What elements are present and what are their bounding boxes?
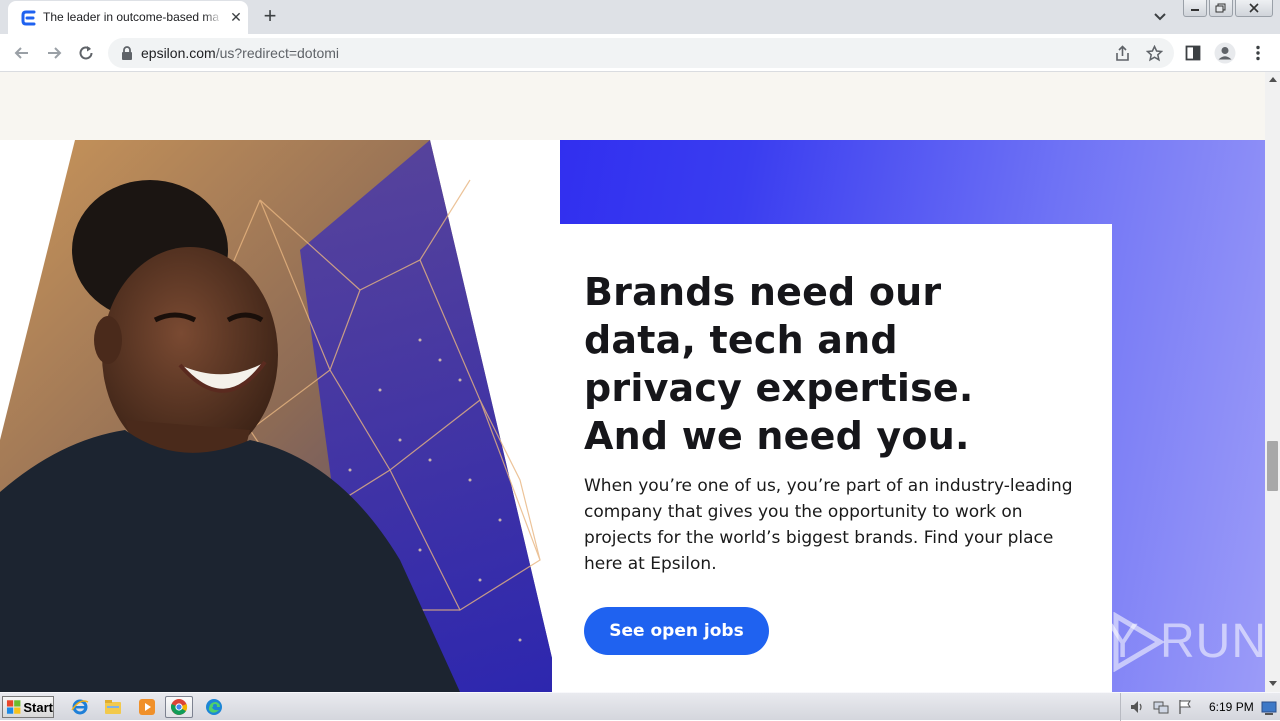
watermark-text-right: RUN <box>1160 615 1265 668</box>
side-panel-icon <box>1185 45 1201 61</box>
browser-tab[interactable]: The leader in outcome-based marketing ✕ <box>8 1 248 34</box>
share-button[interactable] <box>1112 43 1132 63</box>
share-icon <box>1115 44 1129 61</box>
back-button[interactable] <box>9 40 35 66</box>
restore-icon <box>1215 3 1226 13</box>
page-scrollbar[interactable] <box>1265 72 1280 692</box>
browser-toolbar: epsilon.com/us?redirect=dotomi <box>0 34 1280 72</box>
new-tab-button[interactable]: + <box>258 5 282 29</box>
profile-avatar-icon <box>1214 42 1236 64</box>
windows-logo-icon <box>6 700 21 714</box>
reload-icon <box>79 46 93 60</box>
system-tray: 6:19 PM <box>1120 693 1280 721</box>
taskbar-media-player[interactable] <box>133 696 161 718</box>
minimize-icon <box>1191 9 1199 11</box>
windows-taskbar: Start 6:19 PM <box>0 692 1280 721</box>
side-panel-button[interactable] <box>1181 41 1205 65</box>
minimize-button[interactable] <box>1183 0 1207 17</box>
chrome-icon <box>171 699 188 715</box>
taskbar-chrome[interactable] <box>165 696 193 718</box>
action-center-flag-icon[interactable] <box>1177 699 1193 715</box>
taskbar-ie[interactable] <box>66 696 94 718</box>
page-viewport: Brands need our data, tech and privacy e… <box>0 72 1280 692</box>
bookmark-button[interactable] <box>1144 43 1164 63</box>
taskbar-edge[interactable] <box>200 696 228 718</box>
url-host: epsilon.com <box>141 45 216 61</box>
start-label: Start <box>23 699 53 715</box>
back-arrow-icon <box>14 47 28 59</box>
volume-icon[interactable] <box>1129 699 1145 715</box>
cream-section <box>0 72 1265 140</box>
close-window-button[interactable] <box>1235 0 1273 17</box>
media-player-icon <box>139 699 155 715</box>
explorer-icon <box>105 700 121 714</box>
edge-icon <box>206 699 222 715</box>
scroll-down-arrow-icon[interactable] <box>1265 676 1280 690</box>
tab-close-icon[interactable]: ✕ <box>228 9 244 25</box>
taskbar-clock: 6:19 PM <box>1209 700 1254 714</box>
play-triangle-icon <box>1113 612 1165 672</box>
hero-photo-woman-smiling <box>0 140 560 692</box>
profile-button[interactable] <box>1213 41 1237 65</box>
tab-title: The leader in outcome-based marketing <box>43 10 219 24</box>
chrome-menu-button[interactable] <box>1246 41 1270 65</box>
start-button[interactable]: Start <box>2 696 54 718</box>
tab-strip: The leader in outcome-based marketing ✕ … <box>0 0 1280 34</box>
ie-icon <box>71 699 89 715</box>
careers-description: When you’re one of us, you’re part of an… <box>584 476 1073 574</box>
scroll-thumb[interactable] <box>1267 441 1278 491</box>
window-controls <box>1183 0 1275 18</box>
careers-card: Brands need our data, tech and privacy e… <box>552 224 1112 692</box>
tab-search-chevron-icon[interactable] <box>1150 8 1170 26</box>
restore-button[interactable] <box>1209 0 1233 17</box>
scroll-up-arrow-icon[interactable] <box>1265 72 1280 86</box>
star-icon <box>1145 44 1163 61</box>
forward-arrow-icon <box>48 47 62 59</box>
forward-button[interactable] <box>41 40 67 66</box>
reload-button[interactable] <box>73 40 99 66</box>
show-desktop-icon[interactable] <box>1261 700 1277 716</box>
lock-icon[interactable] <box>120 45 134 61</box>
anyrun-watermark: ANY RUN <box>1038 612 1265 676</box>
close-icon <box>1249 3 1259 13</box>
tab-title-fade <box>204 5 222 29</box>
careers-hero: Brands need our data, tech and privacy e… <box>0 140 1265 692</box>
taskbar-explorer[interactable] <box>99 696 127 718</box>
address-bar[interactable]: epsilon.com/us?redirect=dotomi <box>108 38 1174 68</box>
network-icon[interactable] <box>1153 699 1169 715</box>
url-text[interactable]: epsilon.com/us?redirect=dotomi <box>141 45 339 61</box>
kebab-menu-icon <box>1256 45 1260 61</box>
see-open-jobs-button[interactable]: See open jobs <box>584 607 769 655</box>
url-path: /us?redirect=dotomi <box>215 45 340 61</box>
careers-heading: Brands need our data, tech and privacy e… <box>584 270 974 458</box>
epsilon-favicon-icon <box>21 10 36 26</box>
